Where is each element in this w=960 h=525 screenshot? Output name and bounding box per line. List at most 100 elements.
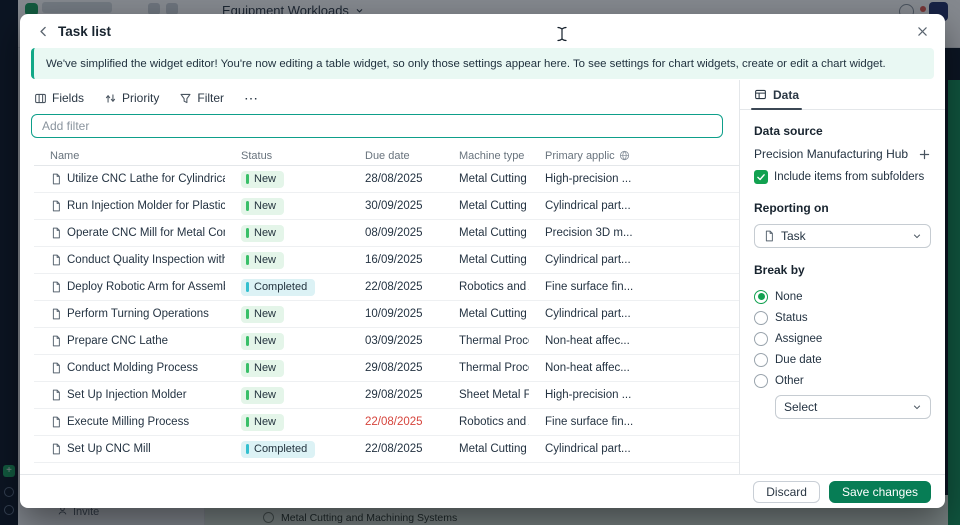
break-option-none[interactable]: None xyxy=(754,286,931,307)
table-row[interactable]: Conduct Molding ProcessNew29/08/2025Ther… xyxy=(34,355,739,382)
primary-application: Precision 3D m... xyxy=(545,227,633,239)
due-date-cell: 30/09/2025 xyxy=(349,200,443,212)
primary-application: Cylindrical part... xyxy=(545,254,631,266)
back-button[interactable] xyxy=(32,20,54,42)
status-badge: New xyxy=(241,171,284,188)
task-list-widget-editor-modal: Task list We've simplified the widget ed… xyxy=(20,14,945,508)
break-by-other-select[interactable]: Select xyxy=(775,395,931,419)
reporting-on-label: Reporting on xyxy=(754,201,931,215)
more-options-button[interactable]: ⋯ xyxy=(244,90,259,107)
status-label: New xyxy=(254,335,276,347)
include-subfolders-option[interactable]: Include items from subfolders xyxy=(754,170,931,184)
primary-application: Cylindrical part... xyxy=(545,308,631,320)
status-label: New xyxy=(254,227,276,239)
column-header-label: Machine type xyxy=(459,150,524,162)
data-source-label: Data source xyxy=(754,124,931,138)
status-cell: New xyxy=(225,360,349,377)
table-row[interactable]: Perform Turning OperationsNew10/09/2025M… xyxy=(34,301,739,328)
data-source-row: Precision Manufacturing Hub xyxy=(754,147,931,161)
close-button[interactable] xyxy=(911,20,933,42)
discard-button[interactable]: Discard xyxy=(753,481,820,503)
due-date-cell: 28/08/2025 xyxy=(349,173,443,185)
table-row[interactable]: Deploy Robotic Arm for AssemblyCompleted… xyxy=(34,274,739,301)
task-name: Set Up Injection Molder xyxy=(67,389,187,401)
break-option-label: None xyxy=(775,291,803,303)
break-option-label: Due date xyxy=(775,354,822,366)
task-icon xyxy=(50,254,62,266)
task-name: Conduct Quality Inspection with CMM xyxy=(67,254,225,266)
due-date-cell: 16/09/2025 xyxy=(349,254,443,266)
break-option-due-date[interactable]: Due date xyxy=(754,349,931,370)
fields-button[interactable]: Fields xyxy=(34,91,84,105)
status-bar-icon xyxy=(246,309,249,319)
table-row[interactable]: Prepare CNC Lathe New 03/09/2025 Thermal Pr… xyxy=(34,328,739,355)
task-name: Prepare CNC Lathe xyxy=(67,335,168,347)
add-filter-input[interactable] xyxy=(31,114,723,138)
task-name: Execute Milling Process xyxy=(67,416,189,428)
break-option-status[interactable]: Status xyxy=(754,307,931,328)
task-name-cell: Utilize CNC Lathe for Cylindrical Parts xyxy=(34,173,225,185)
primary-application-cell: High-precision ... xyxy=(529,173,739,185)
machine-type-cell: Metal Cutting a... xyxy=(443,254,529,266)
column-header[interactable]: Name xyxy=(34,150,225,162)
machine-type: Robotics and A... xyxy=(459,281,529,293)
screen: + Invite Equipment Workloads Metal Cutti… xyxy=(0,0,960,525)
settings-panel: Data Data source Precision Manufacturing… xyxy=(739,80,945,474)
status-label: New xyxy=(254,308,276,320)
due-date-cell: 03/09/2025 xyxy=(349,335,443,347)
machine-type: Thermal Proces... xyxy=(459,335,529,347)
table-row[interactable]: Set Up Injection MolderNew29/08/2025Shee… xyxy=(34,382,739,409)
info-banner: We've simplified the widget editor! You'… xyxy=(31,48,934,79)
table-row[interactable]: Execute Milling ProcessNew22/08/2025Robo… xyxy=(34,409,739,436)
close-icon xyxy=(916,25,929,38)
table-pane: Fields Priority Filter ⋯ NameStatusDue d… xyxy=(20,80,739,474)
radio-icon[interactable] xyxy=(754,290,768,304)
task-name: Conduct Molding Process xyxy=(67,362,198,374)
radio-icon[interactable] xyxy=(754,353,768,367)
due-date: 28/08/2025 xyxy=(365,173,423,185)
filter-button[interactable]: Filter xyxy=(179,91,224,105)
radio-icon[interactable] xyxy=(754,311,768,325)
break-option-assignee[interactable]: Assignee xyxy=(754,328,931,349)
primary-application-cell: Fine surface fin... xyxy=(529,281,739,293)
task-name: Utilize CNC Lathe for Cylindrical Parts xyxy=(67,173,225,185)
column-header[interactable]: Primary applic xyxy=(529,150,739,162)
table-row[interactable]: Operate CNC Mill for Metal ComponentNew0… xyxy=(34,220,739,247)
status-badge: New xyxy=(241,225,284,242)
status-label: Completed xyxy=(254,281,307,293)
checkbox-icon[interactable] xyxy=(754,170,768,184)
task-name-cell: Conduct Quality Inspection with CMM xyxy=(34,254,225,266)
break-option-label: Status xyxy=(775,312,808,324)
machine-type: Metal Cutting a... xyxy=(459,200,529,212)
status-badge: New xyxy=(241,360,284,377)
status-bar-icon xyxy=(246,444,249,454)
break-option-other[interactable]: Other xyxy=(754,370,931,391)
radio-icon[interactable] xyxy=(754,374,768,388)
primary-application-cell: Cylindrical part... xyxy=(529,443,739,455)
tab-data[interactable]: Data xyxy=(754,80,799,109)
task-icon xyxy=(50,308,62,320)
reporting-on-select[interactable]: Task xyxy=(754,224,931,248)
primary-application-cell: Non-heat affec... xyxy=(529,335,739,347)
table-row[interactable]: Utilize CNC Lathe for Cylindrical Parts N… xyxy=(34,166,739,193)
due-date: 22/08/2025 xyxy=(365,416,423,428)
column-header[interactable]: Machine type xyxy=(443,150,529,162)
column-header[interactable]: Due date xyxy=(349,150,443,162)
status-bar-icon xyxy=(246,174,249,184)
more-icon: ⋯ xyxy=(244,90,259,107)
status-badge: New xyxy=(241,387,284,404)
panel-body: Data source Precision Manufacturing Hub … xyxy=(740,110,945,419)
add-data-source-button[interactable] xyxy=(918,148,931,161)
table-row[interactable]: Conduct Quality Inspection with CMMNew16… xyxy=(34,247,739,274)
data-source-value: Precision Manufacturing Hub xyxy=(754,147,908,161)
status-badge: New xyxy=(241,333,284,350)
table-row[interactable]: Run Injection Molder for Plastic PartsNe… xyxy=(34,193,739,220)
radio-icon[interactable] xyxy=(754,332,768,346)
save-changes-button[interactable]: Save changes xyxy=(829,481,931,503)
sort-priority-button[interactable]: Priority xyxy=(104,91,159,105)
task-name-cell: Operate CNC Mill for Metal Component xyxy=(34,227,225,239)
column-header[interactable]: Status xyxy=(225,150,349,162)
table-header-row: NameStatusDue date Machine type Primary ap… xyxy=(34,146,739,166)
table-row[interactable]: Set Up CNC MillCompleted22/08/2025Metal … xyxy=(34,436,739,463)
primary-application: Non-heat affec... xyxy=(545,362,630,374)
